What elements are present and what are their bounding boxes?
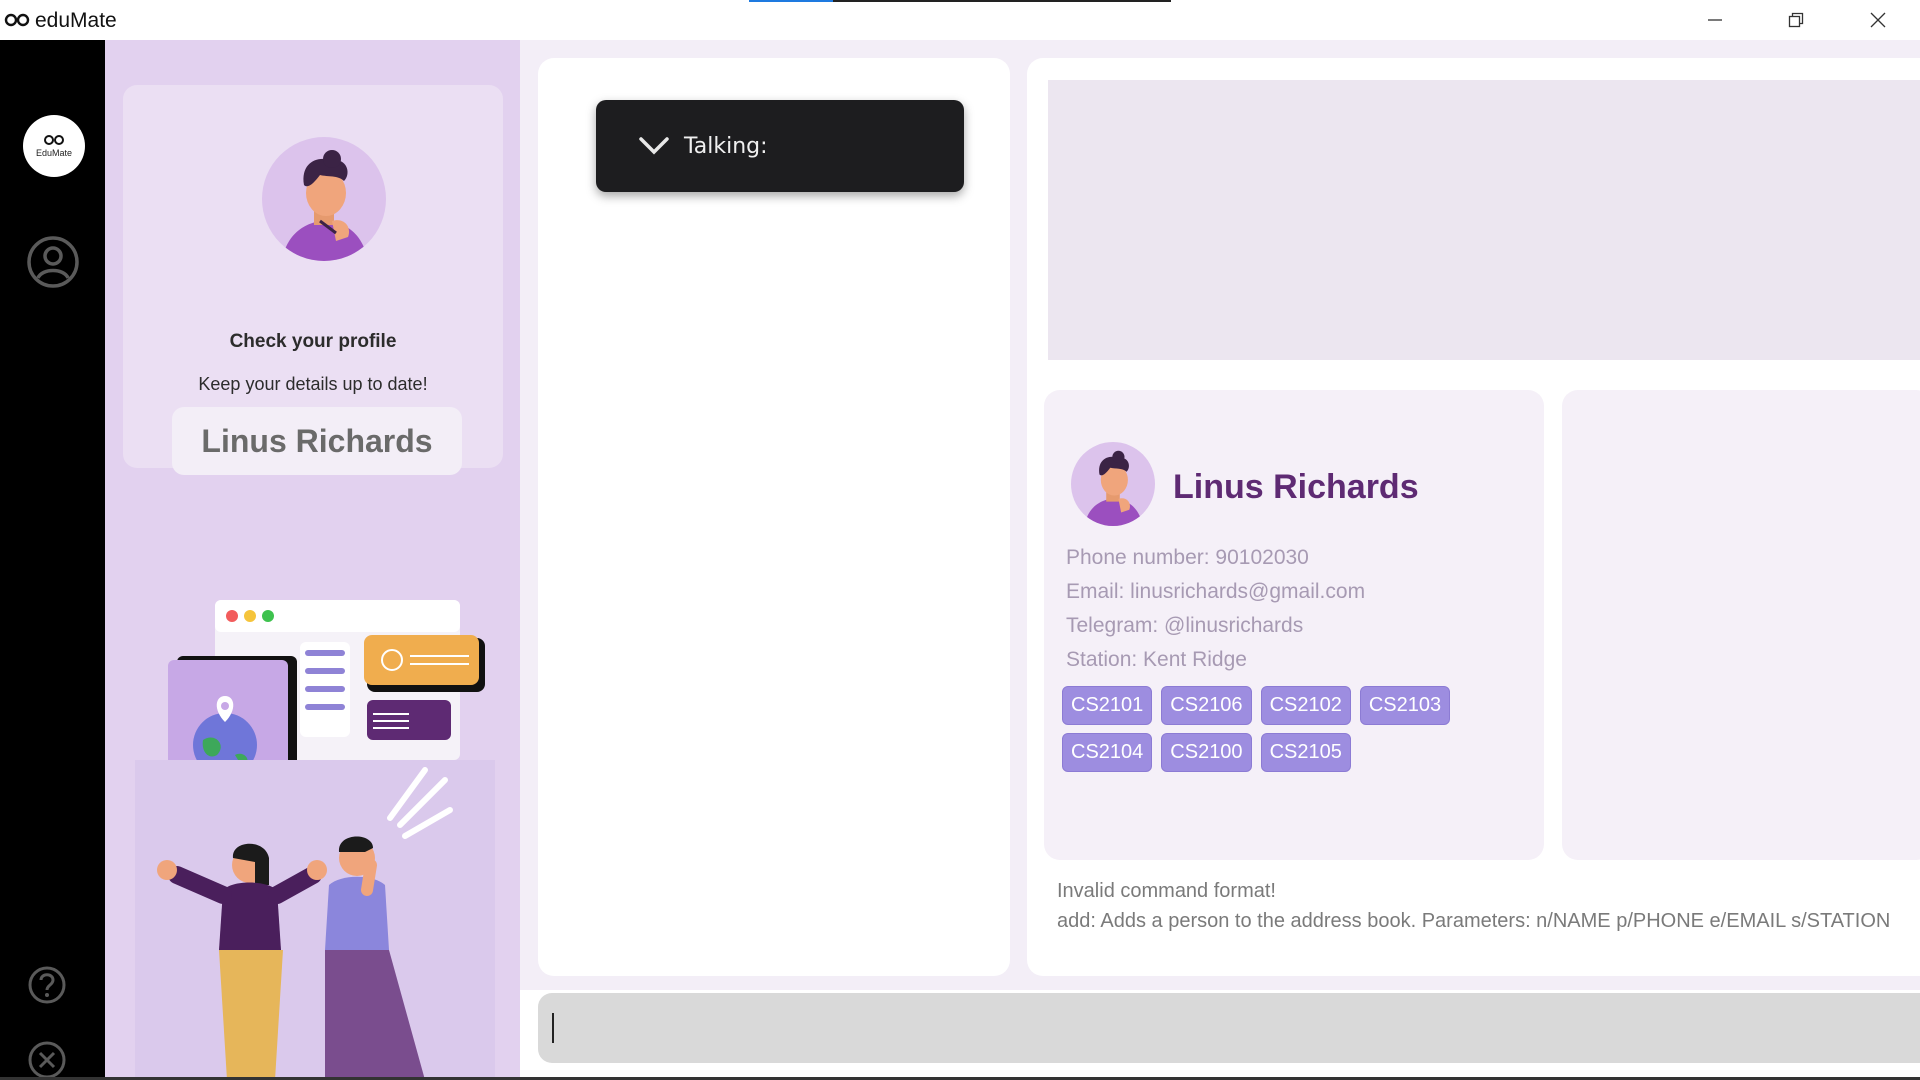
result-line-usage: add: Adds a person to the address book. … (1057, 910, 1891, 932)
restore-icon (1788, 12, 1804, 28)
loading-progress-fill (749, 0, 834, 2)
person-telegram: Telegram: @linusrichards (1066, 614, 1304, 637)
minimize-button[interactable] (1675, 0, 1755, 40)
user-avatar[interactable] (262, 137, 386, 261)
check-profile-subtitle: Keep your details up to date! (198, 374, 428, 394)
person-email: Email: linusrichards@gmail.com (1066, 580, 1366, 603)
result-line-error: Invalid command format! (1057, 880, 1276, 902)
profile-name-button[interactable]: Linus Richards (172, 407, 462, 475)
top-display-box (1048, 80, 1920, 360)
module-tag: CS2102 (1260, 686, 1351, 725)
logo-label: EduMate (35, 148, 73, 158)
check-profile-title: Check your profile (229, 331, 397, 352)
loading-strip (749, 0, 1171, 2)
thinking-person-icon (1084, 450, 1143, 526)
chevron-down-icon (639, 137, 669, 155)
minimize-icon (1708, 19, 1722, 21)
close-icon (1870, 12, 1886, 28)
glasses-icon (44, 135, 64, 145)
team-illustration (135, 600, 495, 1080)
app-title: eduMate (35, 9, 117, 32)
thinking-person-icon (282, 150, 368, 261)
app-logo-icon (4, 13, 30, 27)
module-tag: CS2105 (1260, 733, 1351, 772)
help-icon[interactable] (27, 965, 67, 1005)
talking-dropdown[interactable]: Talking: (596, 100, 964, 192)
conversation-panel (538, 58, 1010, 976)
module-tag: CS2101 (1062, 686, 1153, 725)
module-tag: CS2103 (1359, 686, 1451, 725)
person-name: Linus Richards (1173, 468, 1419, 506)
result-display: Invalid command format! add: Adds a pers… (1057, 876, 1890, 936)
person-card-empty (1562, 390, 1920, 860)
module-tags: CS2101 CS2106 CS2102 CS2103 CS2104 CS2100 CS21… (1062, 686, 1462, 772)
exit-icon[interactable] (27, 1040, 67, 1080)
close-window-button[interactable] (1838, 0, 1918, 40)
nav-rail: EduMate (0, 40, 105, 1080)
person-avatar (1071, 442, 1155, 526)
command-input[interactable] (550, 1003, 1920, 1053)
module-tag: CS2106 (1161, 686, 1252, 725)
edumate-logo[interactable]: EduMate (23, 115, 85, 177)
person-phone: Phone number: 90102030 (1066, 546, 1309, 569)
restore-button[interactable] (1756, 0, 1836, 40)
profile-card: Check your profile Keep your details up … (123, 85, 503, 475)
title-bar: eduMate (0, 0, 1920, 40)
profile-icon[interactable] (26, 235, 80, 289)
module-tag: CS2104 (1062, 733, 1153, 772)
person-card[interactable]: Linus Richards Phone number: 90102030 Em… (1044, 390, 1544, 860)
text-caret (552, 1013, 554, 1043)
command-box (538, 993, 1920, 1063)
profile-sidebar: Check your profile Keep your details up … (105, 40, 520, 1080)
module-tag: CS2100 (1161, 733, 1252, 772)
person-station: Station: Kent Ridge (1066, 648, 1247, 671)
talking-label: Talking: (684, 133, 768, 159)
